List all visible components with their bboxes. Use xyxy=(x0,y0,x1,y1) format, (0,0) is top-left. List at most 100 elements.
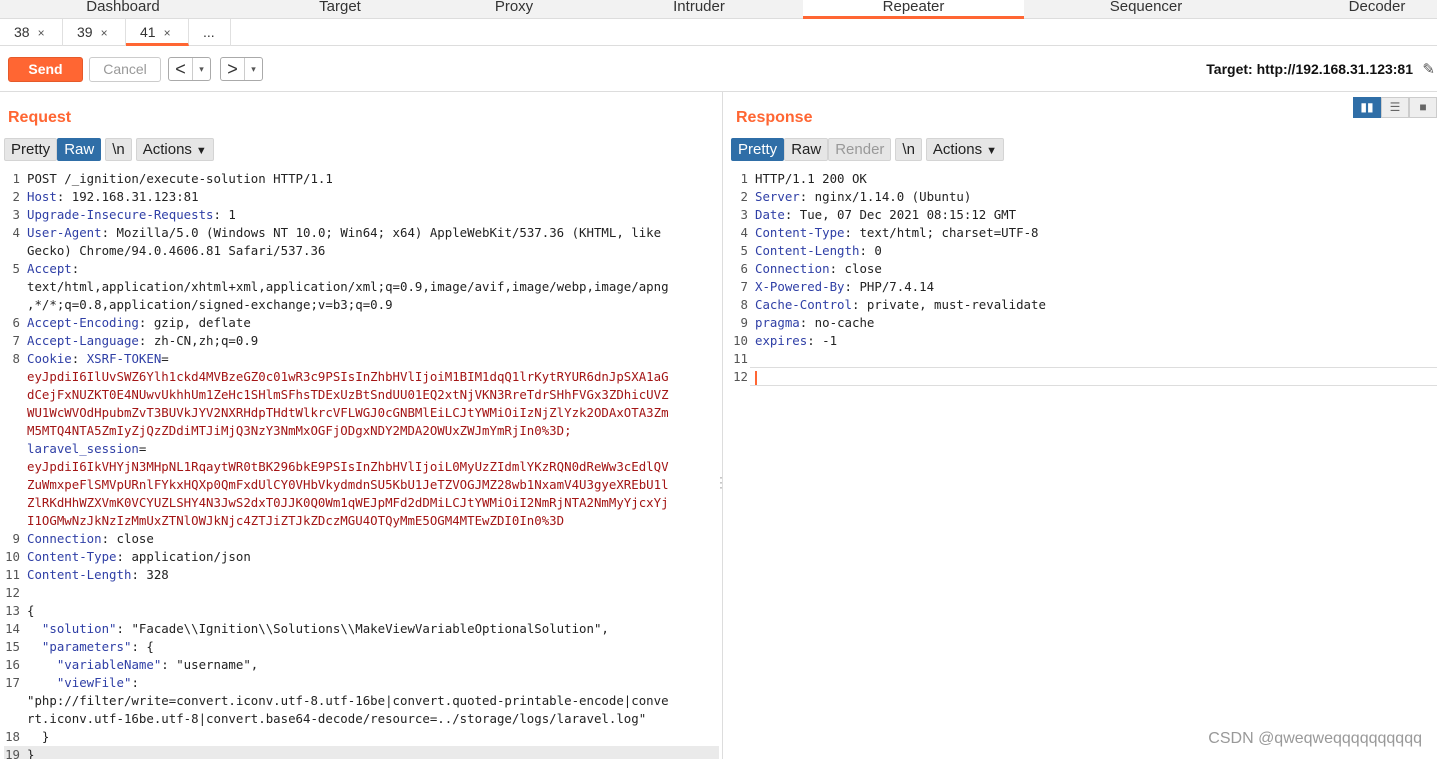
chevron-left-icon[interactable]: < xyxy=(169,58,193,80)
code-line[interactable]: 2 Host: 192.168.31.123:81 xyxy=(4,188,719,206)
tab-proxy[interactable]: Proxy xyxy=(439,0,589,19)
tab-sequencer[interactable]: Sequencer xyxy=(1071,0,1221,19)
code-line[interactable]: 19} xyxy=(4,746,719,759)
code-line[interactable]: 5 Accept: xyxy=(4,260,719,278)
code-line[interactable]: 7 X-Powered-By: PHP/7.4.14 xyxy=(732,278,1432,296)
cookie-value: ZlRKdHhWZXVmK0VCYUZLSHY4N3JwS2dxT0JJK0Q0… xyxy=(27,495,669,510)
code-line[interactable]: 14 "solution": "Facade\\Ignition\\Soluti… xyxy=(4,620,719,638)
close-icon[interactable]: × xyxy=(38,26,45,40)
code-line[interactable]: 5 Content-Length: 0 xyxy=(732,242,1432,260)
cancel-button[interactable]: Cancel xyxy=(89,57,161,82)
code-line[interactable]: 3 Upgrade-Insecure-Requests: 1 xyxy=(4,206,719,224)
repeater-tab-38[interactable]: 38 × xyxy=(0,19,63,46)
code-line[interactable]: ZlRKdHhWZXVmK0VCYUZLSHY4N3JwS2dxT0JJK0Q0… xyxy=(4,494,719,512)
code-line[interactable]: 9 pragma: no-cache xyxy=(732,314,1432,332)
code-line[interactable]: text/html,application/xhtml+xml,applicat… xyxy=(4,278,719,296)
code-line[interactable]: 11 xyxy=(732,350,1432,368)
code-line[interactable]: ,*/*;q=0.8,application/signed-exchange;v… xyxy=(4,296,719,314)
code-line[interactable]: 1 HTTP/1.1 200 OK xyxy=(732,170,1432,188)
header-value xyxy=(27,657,57,672)
response-editor[interactable]: 1 HTTP/1.1 200 OK 2 Server: nginx/1.14.0 (U… xyxy=(732,170,1432,386)
code-line[interactable]: 7 Accept-Language: zh-CN,zh;q=0.9 xyxy=(4,332,719,350)
line-text: M5MTQ4NTA5ZmIyZjQzZDdiMTJiMjQ3NzY3NmMxOG… xyxy=(27,422,572,440)
tab-dashboard[interactable]: Dashboard xyxy=(48,0,198,19)
chevron-down-icon[interactable]: ▾ xyxy=(193,58,210,80)
forward-button[interactable]: > ▾ xyxy=(220,57,263,81)
code-line[interactable]: 10 Content-Type: application/json xyxy=(4,548,719,566)
line-text: } xyxy=(27,728,49,746)
raw-button[interactable]: Raw xyxy=(784,138,829,161)
code-line[interactable]: M5MTQ4NTA5ZmIyZjQzZDdiMTJiMjQ3NzY3NmMxOG… xyxy=(4,422,719,440)
pencil-icon[interactable]: ✎ xyxy=(1422,60,1435,78)
code-line[interactable]: "php://filter/write=convert.iconv.utf-8.… xyxy=(4,692,719,710)
code-line[interactable]: 2 Server: nginx/1.14.0 (Ubuntu) xyxy=(732,188,1432,206)
repeater-tab-new[interactable]: ... xyxy=(189,19,231,46)
code-line[interactable]: dCejFxNUZKT0E4NUwvUkhhUm1ZeHc1SHlmSFhsTD… xyxy=(4,386,719,404)
split-vertical-icon[interactable]: ☰ xyxy=(1381,97,1409,118)
single-pane-icon[interactable]: ■ xyxy=(1409,97,1437,118)
code-line[interactable]: 4 Content-Type: text/html; charset=UTF-8 xyxy=(732,224,1432,242)
code-line[interactable]: 3 Date: Tue, 07 Dec 2021 08:15:12 GMT xyxy=(732,206,1432,224)
code-line[interactable]: 6 Accept-Encoding: gzip, deflate xyxy=(4,314,719,332)
code-line[interactable]: 12 xyxy=(732,368,1432,386)
header-name: Content-Type xyxy=(755,225,845,240)
drag-handle-icon[interactable]: · · · xyxy=(719,471,723,493)
header-value: : private, must-revalidate xyxy=(851,297,1046,312)
pretty-button[interactable]: Pretty xyxy=(4,138,58,161)
repeater-tab-39[interactable]: 39 × xyxy=(63,19,126,46)
newline-button[interactable]: \n xyxy=(895,138,922,161)
code-line[interactable]: WU1WcWVOdHpubmZvT3BUVkJYV2NXRHdpTHdtWlkr… xyxy=(4,404,719,422)
actions-button[interactable]: Actions ▼ xyxy=(135,138,214,161)
code-line[interactable]: laravel_session= xyxy=(4,440,719,458)
split-horizontal-icon[interactable]: ▮▮ xyxy=(1353,97,1381,118)
code-line[interactable]: 10 expires: -1 xyxy=(732,332,1432,350)
header-value: ,*/*;q=0.8,application/signed-exchange;v… xyxy=(27,297,393,312)
header-value: } xyxy=(27,729,50,744)
code-line[interactable]: 8 Cookie: XSRF-TOKEN= xyxy=(4,350,719,368)
line-text: Accept-Language: zh-CN,zh;q=0.9 xyxy=(27,332,258,350)
render-button[interactable]: Render xyxy=(828,138,892,161)
code-line[interactable]: rt.iconv.utf-16be.utf-8|convert.base64-d… xyxy=(4,710,719,728)
code-line[interactable]: 17 "viewFile": xyxy=(4,674,719,692)
watermark: CSDN @qweqweqqqqqqqqqq xyxy=(1208,730,1422,747)
json-key: "variableName" xyxy=(56,657,162,672)
code-line[interactable]: 6 Connection: close xyxy=(732,260,1432,278)
close-icon[interactable]: × xyxy=(164,26,171,40)
code-line[interactable]: Gecko) Chrome/94.0.4606.81 Safari/537.36 xyxy=(4,242,719,260)
line-text: "parameters": { xyxy=(27,638,154,656)
code-line[interactable]: 13 { xyxy=(4,602,719,620)
code-line[interactable]: eyJpdiI6IlUvSWZ6Ylh1ckd4MVBzeGZ0c01wR3c9… xyxy=(4,368,719,386)
code-line[interactable]: 16 "variableName": "username", xyxy=(4,656,719,674)
code-line[interactable]: 4 User-Agent: Mozilla/5.0 (Windows NT 10.… xyxy=(4,224,719,242)
back-button[interactable]: < ▾ xyxy=(168,57,211,81)
repeater-tab-41[interactable]: 41 × xyxy=(126,19,189,46)
header-value: } xyxy=(27,747,35,759)
code-line[interactable]: eyJpdiI6IkVHYjN3MHpNL1RqaytWR0tBK296bkE9… xyxy=(4,458,719,476)
tab-decoder[interactable]: Decoder xyxy=(1302,0,1437,19)
send-button[interactable]: Send xyxy=(8,57,83,82)
request-view-buttons: Pretty Raw \n Actions ▼ xyxy=(4,138,214,163)
newline-button[interactable]: \n xyxy=(105,138,132,161)
close-icon[interactable]: × xyxy=(101,26,108,40)
code-line[interactable]: 9 Connection: close xyxy=(4,530,719,548)
code-line[interactable]: 8 Cache-Control: private, must-revalidate xyxy=(732,296,1432,314)
header-value xyxy=(27,675,57,690)
raw-button[interactable]: Raw xyxy=(57,138,102,161)
code-line[interactable]: 1 POST /_ignition/execute-solution HTTP/1… xyxy=(4,170,719,188)
cookie-value: WU1WcWVOdHpubmZvT3BUVkJYV2NXRHdpTHdtWlkr… xyxy=(27,405,669,420)
code-line[interactable]: 18 } xyxy=(4,728,719,746)
request-editor[interactable]: 1 POST /_ignition/execute-solution HTTP/1… xyxy=(4,170,719,759)
pane-divider[interactable] xyxy=(722,92,723,759)
tab-intruder[interactable]: Intruder xyxy=(624,0,774,19)
code-line[interactable]: 11 Content-Length: 328 xyxy=(4,566,719,584)
tab-target[interactable]: Target xyxy=(265,0,415,19)
code-line[interactable]: ZuWmxpeFlSMVpURnlFYkxHQXp0QmFxdUlCY0VHbV… xyxy=(4,476,719,494)
code-line[interactable]: 15 "parameters": { xyxy=(4,638,719,656)
pretty-button[interactable]: Pretty xyxy=(731,138,785,161)
code-line[interactable]: 12 xyxy=(4,584,719,602)
chevron-down-icon[interactable]: ▾ xyxy=(245,58,262,80)
tab-repeater[interactable]: Repeater xyxy=(803,0,1024,19)
actions-button[interactable]: Actions ▼ xyxy=(925,138,1005,161)
code-line[interactable]: I1OGMwNzJkNzIzMmUxZTNlOWJkNjc4ZTJiZTJkZD… xyxy=(4,512,719,530)
chevron-right-icon[interactable]: > xyxy=(221,58,245,80)
